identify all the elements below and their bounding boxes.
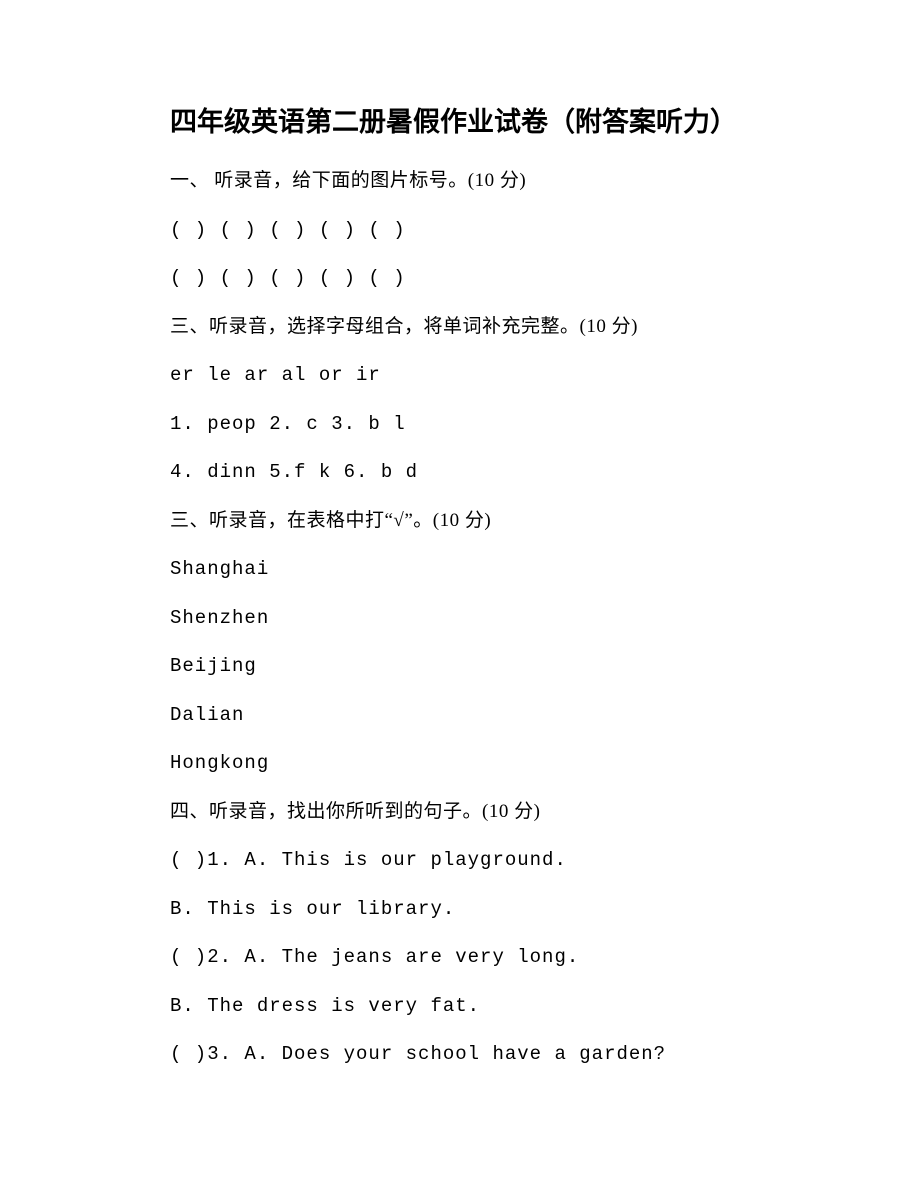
q1-option-b: B. This is our library. <box>170 895 760 924</box>
city-shanghai: Shanghai <box>170 555 760 584</box>
words-line-1: 1. peop 2. c 3. b l <box>170 410 760 439</box>
section-3a-heading: 三、听录音，选择字母组合，将单词补充完整。(10 分) <box>170 313 760 342</box>
document-title: 四年级英语第二册暑假作业试卷（附答案听力） <box>170 100 760 139</box>
document-page: 四年级英语第二册暑假作业试卷（附答案听力） 一、 听录音，给下面的图片标号。(1… <box>0 0 920 1191</box>
city-hongkong: Hongkong <box>170 749 760 778</box>
section-4-heading: 四、听录音，找出你所听到的句子。(10 分) <box>170 798 760 827</box>
section-3b-heading: 三、听录音，在表格中打“√”。(10 分) <box>170 507 760 536</box>
letter-combinations: er le ar al or ir <box>170 361 760 390</box>
words-line-2: 4. dinn 5.f k 6. b d <box>170 458 760 487</box>
q2-option-a: ( )2. A. The jeans are very long. <box>170 943 760 972</box>
city-beijing: Beijing <box>170 652 760 681</box>
q2-option-b: B. The dress is very fat. <box>170 992 760 1021</box>
city-dalian: Dalian <box>170 701 760 730</box>
section-1-heading: 一、 听录音，给下面的图片标号。(10 分) <box>170 167 760 196</box>
q3-option-a: ( )3. A. Does your school have a garden? <box>170 1040 760 1069</box>
q1-option-a: ( )1. A. This is our playground. <box>170 846 760 875</box>
blank-row-2: ( ) ( ) ( ) ( ) ( ) <box>170 264 760 293</box>
blank-row-1: ( ) ( ) ( ) ( ) ( ) <box>170 216 760 245</box>
city-shenzhen: Shenzhen <box>170 604 760 633</box>
